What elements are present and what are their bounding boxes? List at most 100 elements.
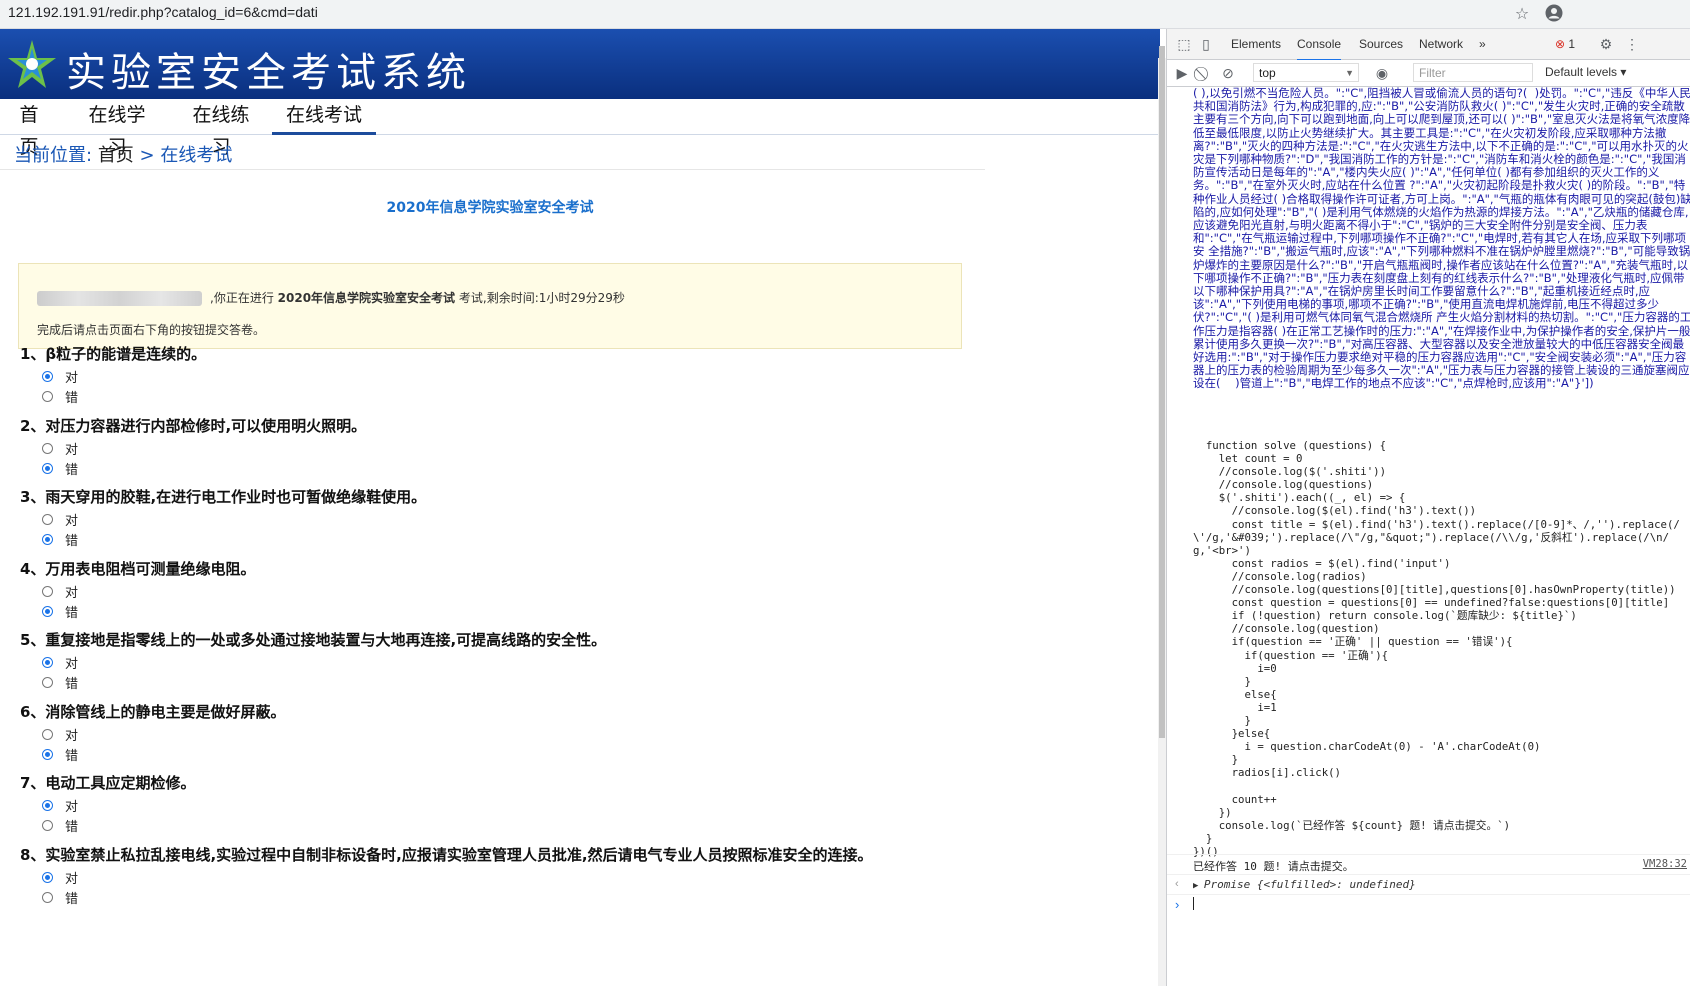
- page-scrollbar-thumb[interactable]: [1159, 46, 1165, 738]
- question-title: 1、β粒子的能谱是连续的。: [20, 345, 207, 363]
- notice-prefix: ,你正在进行: [210, 291, 274, 305]
- inspect-element-icon[interactable]: ⬚: [1175, 35, 1193, 53]
- question-title: 4、万用表电阻档可测量绝缘电阻。: [20, 559, 256, 578]
- answer-radio[interactable]: [42, 657, 53, 668]
- result-arrow-icon: ‹: [1175, 878, 1179, 890]
- answer-option-false[interactable]: 错: [42, 387, 78, 406]
- breadcrumb-home[interactable]: 首页: [98, 145, 134, 166]
- answer-radio[interactable]: [42, 585, 53, 597]
- error-icon: ⊗: [1555, 37, 1566, 51]
- clear-console-circle-icon[interactable]: ⊘: [1219, 64, 1237, 82]
- more-tabs-icon[interactable]: »: [1479, 29, 1486, 59]
- address-bar[interactable]: 121.192.191.91/redir.php?catalog_id=6&cm…: [0, 0, 1690, 29]
- tab-network[interactable]: Network: [1419, 29, 1463, 59]
- notice-exam-name: 2020年信息学院实验室安全考试: [277, 291, 456, 305]
- answer-radio[interactable]: [42, 371, 53, 382]
- answer-label: 对: [65, 871, 79, 887]
- console-log-entry: 已经作答 10 题! 请点击提交。 VM28:32: [1167, 854, 1690, 874]
- answer-label: 对: [65, 514, 79, 529]
- answer-radio[interactable]: [42, 391, 53, 402]
- breadcrumb: 当前位置: 首页 > 在线考试: [14, 141, 232, 167]
- expand-triangle-icon[interactable]: ▶: [1193, 881, 1204, 891]
- answer-radio[interactable]: [42, 605, 53, 617]
- answer-option-true[interactable]: 对: [42, 582, 78, 601]
- breadcrumb-label: 当前位置:: [14, 145, 93, 166]
- answer-radio[interactable]: [42, 820, 53, 831]
- error-count: 1: [1568, 37, 1576, 51]
- url-text[interactable]: 121.192.191.91/redir.php?catalog_id=6&cm…: [8, 4, 318, 20]
- site-banner: 实验室安全考试系统: [0, 29, 1160, 99]
- device-toolbar-icon[interactable]: ▯: [1197, 35, 1215, 53]
- answer-label: 错: [65, 748, 79, 764]
- star-icon[interactable]: ☆: [1512, 3, 1532, 23]
- nav-online-practice[interactable]: 在线练习: [186, 99, 256, 158]
- answer-option-true[interactable]: 对: [42, 367, 78, 386]
- tab-console[interactable]: Console: [1297, 29, 1342, 61]
- exam-notice: ,你正在进行 2020年信息学院实验室安全考试 考试,剩余时间:1小时29分29…: [18, 263, 962, 349]
- answer-option-false[interactable]: 错: [42, 745, 78, 764]
- answer-radio[interactable]: [42, 677, 53, 688]
- console-output[interactable]: ( ),以免引燃不当危险人员。":"C",阻挡被人冒或偷流人员的语句?( )处罚…: [1167, 87, 1690, 986]
- answer-radio[interactable]: [42, 534, 53, 545]
- nav-online-exam[interactable]: 在线考试: [272, 99, 376, 135]
- answer-label: 对: [65, 371, 79, 386]
- breadcrumb-separator: >: [139, 145, 155, 166]
- answer-option-false[interactable]: 错: [42, 673, 78, 692]
- clear-console-icon[interactable]: ⃠: [1195, 64, 1213, 82]
- answer-radio[interactable]: [42, 462, 53, 474]
- settings-gear-icon[interactable]: ⚙: [1597, 35, 1615, 53]
- site-title: 实验室安全考试系统: [66, 50, 471, 96]
- question-title: 3、雨天穿用的胶鞋,在进行电工作业时也可暂做绝缘鞋使用。: [20, 488, 427, 506]
- answer-option-false[interactable]: 错: [42, 530, 78, 549]
- tab-elements[interactable]: Elements: [1231, 29, 1281, 59]
- answer-label: 对: [65, 585, 79, 601]
- nav-online-learning[interactable]: 在线学习: [82, 99, 152, 158]
- log-source-link[interactable]: VM28:32: [1643, 858, 1687, 870]
- answer-option-true[interactable]: 对: [42, 868, 78, 887]
- answer-radio[interactable]: [42, 728, 53, 740]
- answer-radio[interactable]: [42, 514, 53, 525]
- notice-mid: 考试,剩余时间:: [458, 291, 539, 305]
- question-title: 8、实验室禁止私拉乱接电线,实验过程中自制非标设备时,应报请实验室管理人员批准,…: [20, 845, 873, 864]
- answer-label: 错: [65, 462, 79, 478]
- tab-sources[interactable]: Sources: [1359, 29, 1403, 59]
- console-prompt[interactable]: ›: [1167, 894, 1690, 915]
- answer-radio[interactable]: [42, 871, 53, 883]
- answer-option-false[interactable]: 错: [42, 888, 78, 907]
- sidebar-toggle-icon[interactable]: ▶: [1173, 64, 1191, 82]
- console-input-dump: ( ),以免引燃不当危险人员。":"C",阻挡被人冒或偷流人员的语句?( )处罚…: [1193, 87, 1690, 391]
- answer-option-false[interactable]: 错: [42, 459, 78, 478]
- nav-home[interactable]: 首页: [12, 99, 46, 158]
- answer-option-true[interactable]: 对: [42, 510, 78, 529]
- answer-option-false[interactable]: 错: [42, 602, 78, 621]
- answer-label: 对: [65, 800, 79, 815]
- result-promise[interactable]: ▶ Promise {<fulfilled>: undefined}: [1193, 878, 1416, 891]
- more-options-icon[interactable]: ⋮: [1623, 35, 1641, 53]
- question-title: 2、对压力容器进行内部检修时,可以使用明火照明。: [20, 416, 367, 435]
- answer-label: 错: [65, 391, 79, 406]
- console-filter-input[interactable]: Filter: [1413, 63, 1533, 82]
- divider: [0, 169, 985, 170]
- breadcrumb-current[interactable]: 在线考试: [160, 145, 232, 166]
- context-selector[interactable]: top ▼: [1253, 63, 1359, 82]
- answer-label: 错: [65, 605, 79, 621]
- console-result-entry: ‹ ▶ Promise {<fulfilled>: undefined}: [1167, 874, 1690, 894]
- devtools-panel: ⬚ ▯ Elements Console Sources Network » ⊗…: [1166, 29, 1690, 986]
- console-toolbar: ▶ ⃠ ⊘ top▼ ◉ Filter Default levels ▾: [1167, 60, 1690, 87]
- answer-option-true[interactable]: 对: [42, 796, 78, 815]
- answer-option-false[interactable]: 错: [42, 816, 78, 835]
- answer-radio[interactable]: [42, 442, 53, 454]
- answer-option-true[interactable]: 对: [42, 653, 78, 672]
- log-message: 已经作答 10 题! 请点击提交。: [1193, 860, 1354, 873]
- answer-option-true[interactable]: 对: [42, 725, 78, 744]
- site-logo-icon: [8, 40, 56, 88]
- answer-option-true[interactable]: 对: [42, 439, 78, 458]
- answer-radio[interactable]: [42, 748, 53, 760]
- log-levels-dropdown[interactable]: Default levels ▾: [1545, 63, 1626, 82]
- account-icon[interactable]: [1544, 3, 1564, 23]
- answer-radio[interactable]: [42, 800, 53, 811]
- eye-icon[interactable]: ◉: [1373, 64, 1391, 82]
- error-count-badge[interactable]: ⊗ 1: [1555, 35, 1575, 53]
- answer-radio[interactable]: [42, 891, 53, 903]
- remaining-time: 1小时29分29秒: [538, 291, 625, 305]
